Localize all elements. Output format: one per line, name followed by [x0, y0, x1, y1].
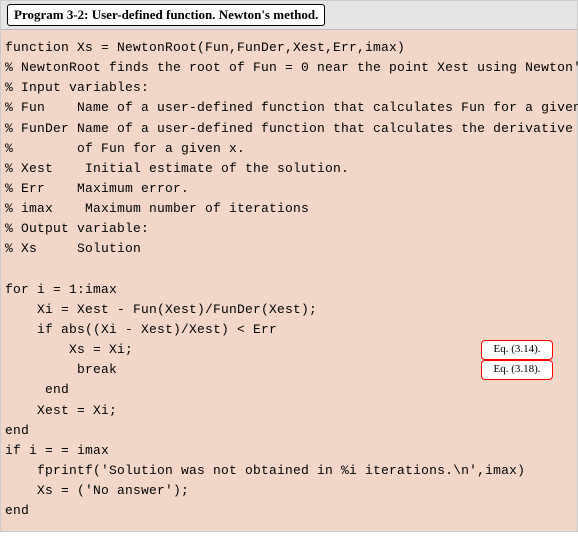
title-bar: Program 3-2: User-defined function. Newt… — [0, 0, 578, 30]
title-rest: User-defined function. Newton's method. — [88, 7, 318, 22]
code-block: function Xs = NewtonRoot(Fun,FunDer,Xest… — [0, 30, 578, 532]
code-line: % FunDer Name of a user-defined function… — [5, 121, 573, 136]
code-line: if i = = imax — [5, 443, 109, 458]
code-line: % Fun Name of a user-defined function th… — [5, 100, 578, 115]
equation-annotation-2: Eq. (3.18). — [481, 360, 553, 380]
code-line: % Input variables: — [5, 80, 149, 95]
code-line: % Err Maximum error. — [5, 181, 189, 196]
code-line: for i = 1:imax — [5, 282, 117, 297]
code-line: break — [5, 362, 117, 377]
code-line: % NewtonRoot finds the root of Fun = 0 n… — [5, 60, 578, 75]
code-line: if abs((Xi - Xest)/Xest) < Err — [5, 322, 277, 337]
code-content: function Xs = NewtonRoot(Fun,FunDer,Xest… — [5, 38, 573, 521]
code-line: % imax Maximum number of iterations — [5, 201, 309, 216]
code-line: Xs = ('No answer'); — [5, 483, 189, 498]
code-line: % of Fun for a given x. — [5, 141, 245, 156]
code-line: % Output variable: — [5, 221, 149, 236]
code-line: fprintf('Solution was not obtained in %i… — [5, 463, 525, 478]
equation-annotation-1: Eq. (3.14). — [481, 340, 553, 360]
title-prefix: Program 3-2: — [14, 7, 88, 22]
program-title-box: Program 3-2: User-defined function. Newt… — [7, 4, 325, 26]
code-line: Xi = Xest - Fun(Xest)/FunDer(Xest); — [5, 302, 317, 317]
code-line: end — [5, 423, 29, 438]
code-line: end — [5, 503, 29, 518]
code-line: Xs = Xi; — [5, 342, 133, 357]
code-line: Xest = Xi; — [5, 403, 117, 418]
code-line: % Xest Initial estimate of the solution. — [5, 161, 349, 176]
code-line: function Xs = NewtonRoot(Fun,FunDer,Xest… — [5, 40, 405, 55]
code-line: end — [5, 382, 69, 397]
code-line: % Xs Solution — [5, 241, 141, 256]
